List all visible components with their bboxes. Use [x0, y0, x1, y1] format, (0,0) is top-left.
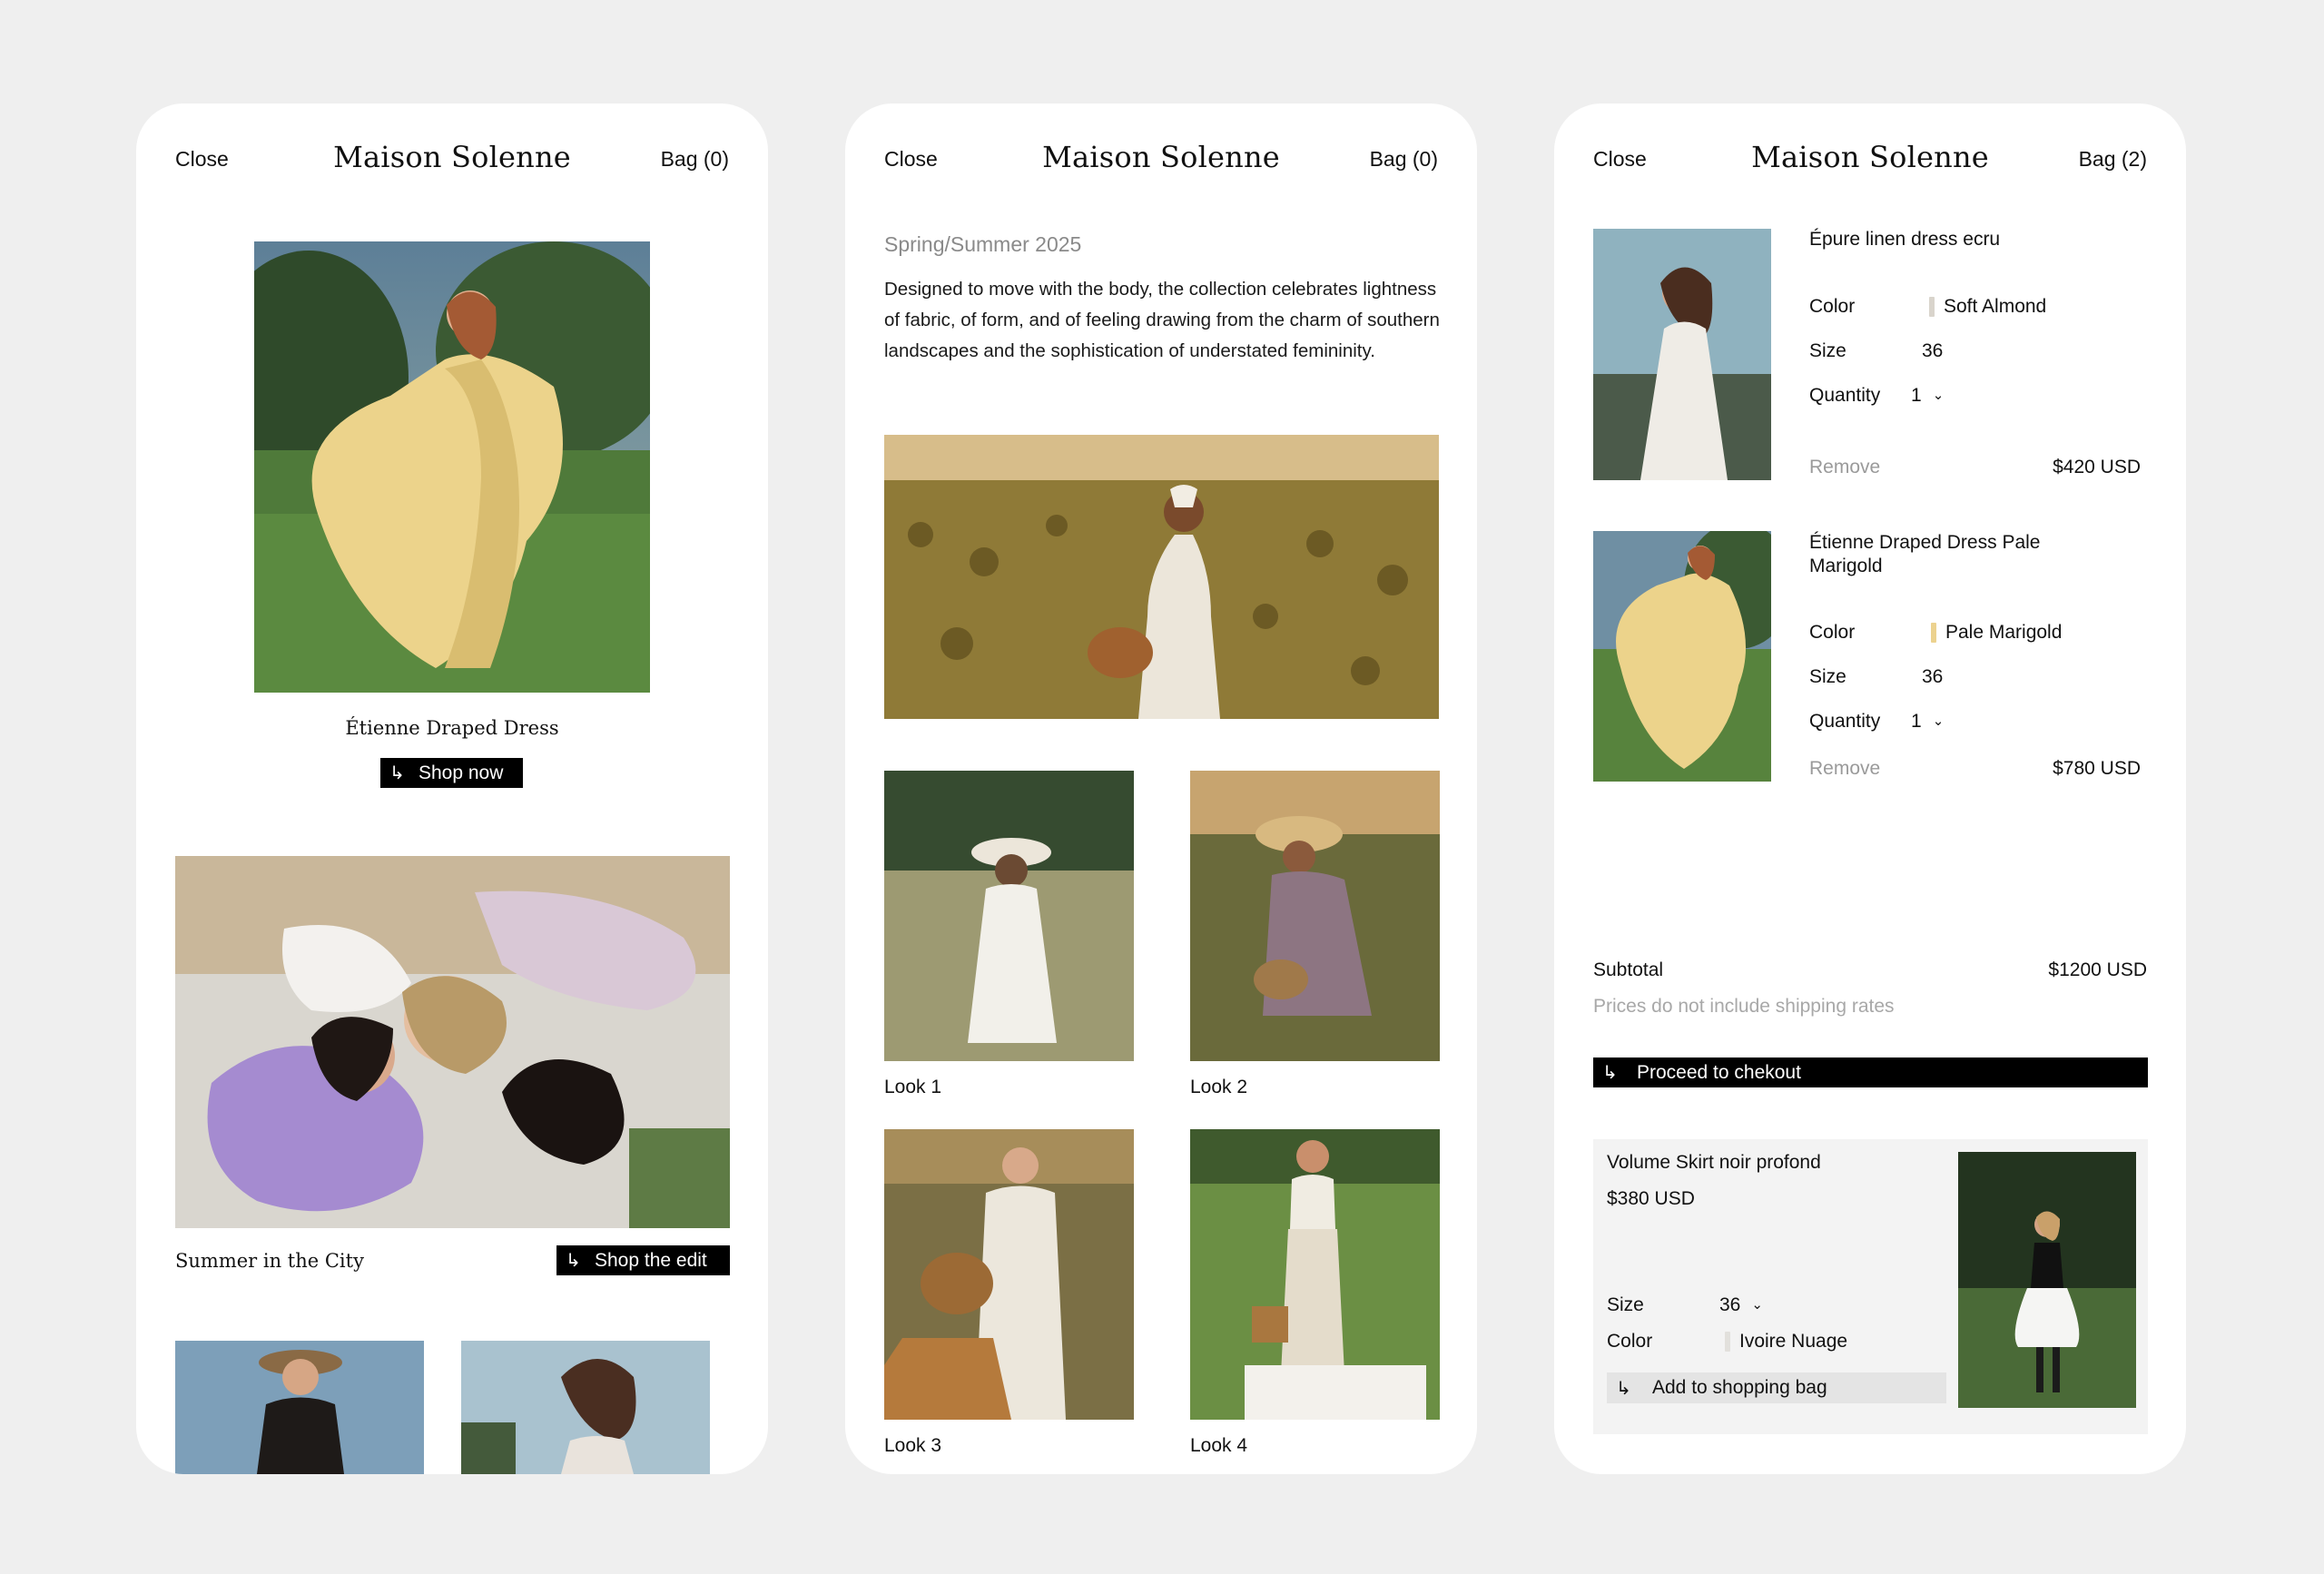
bag-item-1-photo[interactable]	[1593, 229, 1771, 480]
suggestion-size-label: Size	[1607, 1294, 1644, 1315]
color-swatch	[1725, 1332, 1730, 1353]
screen-bag: Close Maison Solenne Bag (2) Épure linen…	[1554, 103, 2186, 1474]
shipping-note: Prices do not include shipping rates	[1593, 996, 1895, 1017]
product-thumb-2[interactable]	[461, 1341, 710, 1474]
look-3-label[interactable]: Look 3	[884, 1435, 941, 1457]
edit-photo[interactable]	[175, 856, 730, 1228]
bag-button[interactable]: Bag (0)	[1370, 147, 1438, 172]
add-to-bag-label: Add to shopping bag	[1652, 1377, 1827, 1398]
look-1-label[interactable]: Look 1	[884, 1077, 941, 1098]
checkout-label: Proceed to chekout	[1637, 1061, 1801, 1083]
shop-now-label: Shop now	[419, 762, 504, 783]
bag-item-1-remove[interactable]: Remove	[1809, 457, 1880, 478]
bag-item-2-price: $780 USD	[2053, 758, 2141, 779]
bag-item-2-quantity-label: Quantity	[1809, 711, 1881, 732]
bag-item-1-color: Soft Almond	[1929, 296, 2046, 318]
collection-description: Designed to move with the body, the coll…	[884, 279, 1440, 361]
bag-item-1-quantity-select[interactable]: 1 ⌄	[1911, 385, 1944, 407]
season-title: Spring/Summer 2025	[884, 232, 1082, 256]
arrow-return-icon: ↳	[389, 763, 405, 783]
bag-item-2-quantity-select[interactable]: 1 ⌄	[1911, 711, 1944, 733]
suggestion-card: Volume Skirt noir profond $380 USD Size …	[1593, 1139, 2148, 1434]
bag-item-1-size: 36	[1922, 340, 1944, 361]
subtotal-label: Subtotal	[1593, 959, 1664, 980]
arrow-return-icon: ↳	[1602, 1063, 1618, 1083]
color-swatch	[1929, 297, 1935, 318]
arrow-return-icon: ↳	[566, 1251, 581, 1271]
screen-collection: Close Maison Solenne Bag (0) Spring/Summ…	[845, 103, 1477, 1474]
chevron-down-icon: ⌄	[1932, 713, 1945, 729]
bag-item-2-photo[interactable]	[1593, 531, 1771, 782]
subtotal-value: $1200 USD	[2048, 959, 2147, 980]
add-to-bag-button[interactable]: ↳ Add to shopping bag	[1607, 1372, 1946, 1403]
arrow-return-icon: ↳	[1616, 1378, 1631, 1399]
color-swatch	[1931, 623, 1936, 644]
bag-item-1-size-label: Size	[1809, 340, 1846, 361]
edit-caption[interactable]: Summer in the City	[175, 1250, 364, 1272]
look-4-photo[interactable]	[1190, 1129, 1440, 1420]
bag-button[interactable]: Bag (2)	[2079, 147, 2147, 172]
shop-edit-button[interactable]: ↳ Shop the edit	[556, 1245, 730, 1275]
bag-item-2-remove[interactable]: Remove	[1809, 758, 1880, 780]
checkout-button[interactable]: ↳ Proceed to chekout	[1593, 1058, 2148, 1087]
suggestion-name[interactable]: Volume Skirt noir profond	[1607, 1152, 1821, 1174]
hero-photo[interactable]	[254, 241, 650, 693]
bag-item-2-color-label: Color	[1809, 622, 1856, 643]
bag-item-1-price: $420 USD	[2053, 457, 2141, 477]
chevron-down-icon: ⌄	[1932, 388, 1945, 403]
look-3-photo[interactable]	[884, 1129, 1134, 1420]
shop-now-button[interactable]: ↳ Shop now	[380, 758, 523, 788]
suggestion-color-label: Color	[1607, 1331, 1653, 1352]
bag-item-1-quantity-label: Quantity	[1809, 385, 1881, 406]
product-thumb-1[interactable]	[175, 1341, 424, 1474]
collection-hero-photo[interactable]	[884, 435, 1439, 719]
bag-item-1-color-label: Color	[1809, 296, 1856, 317]
shop-edit-label: Shop the edit	[595, 1249, 707, 1271]
suggestion-price: $380 USD	[1607, 1188, 1695, 1209]
bag-item-2-size-label: Size	[1809, 666, 1846, 687]
bag-item-2-size: 36	[1922, 666, 1944, 687]
look-2-label[interactable]: Look 2	[1190, 1077, 1247, 1098]
chevron-down-icon: ⌄	[1751, 1297, 1763, 1313]
look-1-photo[interactable]	[884, 771, 1134, 1061]
suggestion-photo[interactable]	[1958, 1152, 2136, 1408]
suggestion-color: Ivoire Nuage	[1725, 1331, 1847, 1353]
screen-home: Close Maison Solenne Bag (0) Étienne Dra…	[136, 103, 768, 1474]
bag-item-2-name[interactable]: Étienne Draped Dress Pale Marigold	[1809, 531, 2082, 578]
look-2-photo[interactable]	[1190, 771, 1440, 1061]
bag-item-1-name[interactable]: Épure linen dress ecru	[1809, 229, 2000, 251]
bag-button[interactable]: Bag (0)	[661, 147, 729, 172]
hero-caption[interactable]: Étienne Draped Dress	[136, 717, 768, 739]
bag-item-2-color: Pale Marigold	[1931, 622, 2062, 644]
look-4-label[interactable]: Look 4	[1190, 1435, 1247, 1457]
suggestion-size-select[interactable]: 36 ⌄	[1719, 1294, 1763, 1316]
